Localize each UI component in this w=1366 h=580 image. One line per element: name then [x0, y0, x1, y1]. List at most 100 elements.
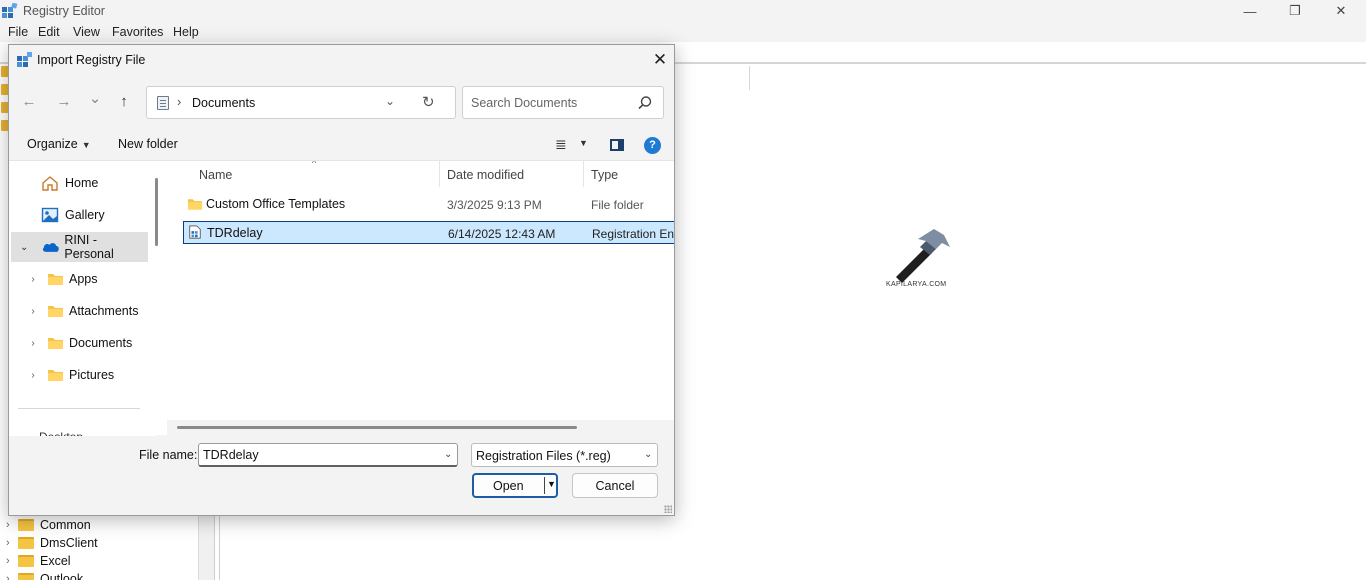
- gallery-icon: [41, 207, 59, 223]
- preview-pane-icon[interactable]: [610, 139, 624, 151]
- maximize-button[interactable]: ❐: [1272, 0, 1318, 22]
- minimize-button[interactable]: —: [1227, 0, 1273, 22]
- file-name-input[interactable]: [198, 443, 458, 467]
- menu-edit[interactable]: Edit: [38, 25, 60, 39]
- column-divider[interactable]: [583, 161, 584, 187]
- nav-item-home[interactable]: Home: [11, 168, 148, 198]
- open-button[interactable]: Open ▼: [472, 473, 558, 498]
- onedrive-cloud-icon: [42, 243, 59, 252]
- search-input[interactable]: Search Documents: [462, 86, 664, 119]
- folder-icon: [48, 338, 63, 349]
- nav-item-label: Home: [65, 176, 99, 190]
- chevron-down-icon[interactable]: ⌄: [444, 449, 452, 460]
- refresh-icon[interactable]: ↻: [422, 93, 435, 111]
- nav-item-label: Apps: [69, 272, 98, 286]
- nav-item-label: Documents: [69, 336, 133, 350]
- horizontal-scrollbar-thumb[interactable]: [177, 426, 577, 429]
- resize-grip-icon[interactable]: [664, 505, 672, 513]
- forward-arrow-icon[interactable]: →: [53, 91, 75, 113]
- close-window-button[interactable]: ✕: [1318, 0, 1364, 22]
- nav-item-documents[interactable]: › Documents: [11, 328, 148, 358]
- watermark-text: KAPILARYA.COM: [886, 281, 947, 288]
- chevron-down-icon: ⌄: [20, 241, 29, 253]
- column-header-type[interactable]: Type: [591, 168, 618, 182]
- nav-item-gallery[interactable]: Gallery: [11, 200, 148, 230]
- column-divider[interactable]: [439, 161, 440, 187]
- file-name: TDRdelay: [207, 226, 263, 240]
- new-folder-button[interactable]: New folder: [118, 137, 178, 151]
- tree-item-dmsclient[interactable]: › DmsClient: [6, 534, 98, 552]
- tree-item-label: Outlook: [40, 572, 84, 580]
- sort-ascending-icon: ^: [312, 161, 317, 168]
- caret-down-icon: ▼: [81, 140, 91, 150]
- nav-divider: [18, 408, 140, 409]
- tree-item-label: DmsClient: [40, 536, 98, 550]
- folder-icon: [48, 274, 63, 285]
- chevron-right-icon: ›: [31, 337, 35, 349]
- chevron-right-icon: ›: [6, 537, 10, 549]
- nav-item-attachments[interactable]: › Attachments: [11, 296, 148, 326]
- folder-icon: [48, 370, 63, 381]
- file-row[interactable]: TDRdelay 6/14/2025 12:43 AM Registration…: [183, 221, 674, 244]
- tree-item-outlook[interactable]: › Outlook: [6, 570, 83, 580]
- file-type: Registration Entries: [592, 227, 674, 241]
- dialog-title: Import Registry File: [37, 53, 146, 67]
- import-registry-dialog: Import Registry File ✕ ← → ⌄ ↑ › Documen…: [8, 44, 675, 516]
- nav-item-desktop-partial[interactable]: Desktop: [39, 430, 139, 436]
- chevron-right-icon: ›: [6, 573, 10, 580]
- nav-item-label: Gallery: [65, 208, 105, 222]
- reg-file-icon: [189, 225, 201, 239]
- up-arrow-icon[interactable]: ↑: [113, 91, 135, 113]
- cancel-button[interactable]: Cancel: [572, 473, 658, 498]
- help-icon[interactable]: ?: [644, 137, 661, 154]
- nav-item-label: Pictures: [69, 368, 115, 382]
- file-list[interactable]: ^ Name Date modified Type Custom Office …: [167, 161, 674, 436]
- file-row[interactable]: Custom Office Templates 3/3/2025 9:13 PM…: [183, 193, 674, 216]
- address-bar[interactable]: › Documents ⌄ ↻: [146, 86, 456, 119]
- menu-file[interactable]: File: [8, 25, 28, 39]
- chevron-right-icon: ›: [6, 519, 10, 531]
- folder-icon: [18, 519, 34, 531]
- search-placeholder: Search Documents: [471, 96, 578, 110]
- tree-item-label: Common: [40, 518, 91, 532]
- menu-favorites[interactable]: Favorites: [112, 25, 163, 39]
- folder-icon: [18, 573, 34, 580]
- view-dropdown-icon[interactable]: ▼: [579, 138, 588, 148]
- dialog-body: Home Gallery ⌄ RINI - Personal › Apps › …: [9, 160, 674, 436]
- menu-view[interactable]: View: [73, 25, 100, 39]
- nav-item-pictures[interactable]: › Pictures: [11, 360, 148, 390]
- command-toolbar: Organize ▼ New folder ≣ ▼ ?: [9, 131, 674, 157]
- column-header-date-modified[interactable]: Date modified: [447, 168, 524, 182]
- menu-help[interactable]: Help: [173, 25, 199, 39]
- navigation-pane[interactable]: Home Gallery ⌄ RINI - Personal › Apps › …: [9, 161, 158, 436]
- split-divider: [544, 477, 545, 494]
- file-type: File folder: [591, 198, 644, 212]
- file-date: 6/14/2025 12:43 AM: [448, 227, 556, 241]
- column-header-name[interactable]: Name: [199, 168, 232, 182]
- nav-item-onedrive-personal[interactable]: ⌄ RINI - Personal: [11, 232, 148, 262]
- recent-locations-chevron-icon[interactable]: ⌄: [84, 88, 106, 110]
- view-list-icon[interactable]: ≣: [555, 136, 567, 153]
- breadcrumb-documents[interactable]: Documents: [192, 96, 255, 110]
- nav-scrollbar[interactable]: [155, 178, 158, 246]
- registry-editor-icon: [2, 3, 18, 18]
- registry-menubar: File Edit View Favorites Help: [0, 22, 1366, 42]
- organize-button[interactable]: Organize ▼: [27, 137, 91, 151]
- open-button-label: Open: [493, 479, 524, 493]
- chevron-right-icon: ›: [31, 305, 35, 317]
- column-divider: [749, 66, 750, 90]
- back-arrow-icon[interactable]: ←: [18, 91, 40, 113]
- documents-location-icon: [157, 96, 169, 110]
- nav-item-label: Attachments: [69, 304, 139, 318]
- close-icon[interactable]: ✕: [649, 50, 671, 70]
- registry-titlebar: Registry Editor — ❐ ✕: [0, 0, 1366, 22]
- file-name-label: File name:: [139, 448, 198, 462]
- home-icon: [42, 176, 58, 191]
- nav-item-apps[interactable]: › Apps: [11, 264, 148, 294]
- tree-item-excel[interactable]: › Excel: [6, 552, 71, 570]
- tree-item-common[interactable]: › Common: [6, 516, 91, 534]
- chevron-down-icon[interactable]: ⌄: [385, 94, 395, 108]
- file-type-filter-select[interactable]: Registration Files (*.reg) ⌄: [471, 443, 658, 467]
- open-dropdown-icon[interactable]: ▼: [547, 479, 556, 489]
- chevron-right-icon: ›: [6, 555, 10, 567]
